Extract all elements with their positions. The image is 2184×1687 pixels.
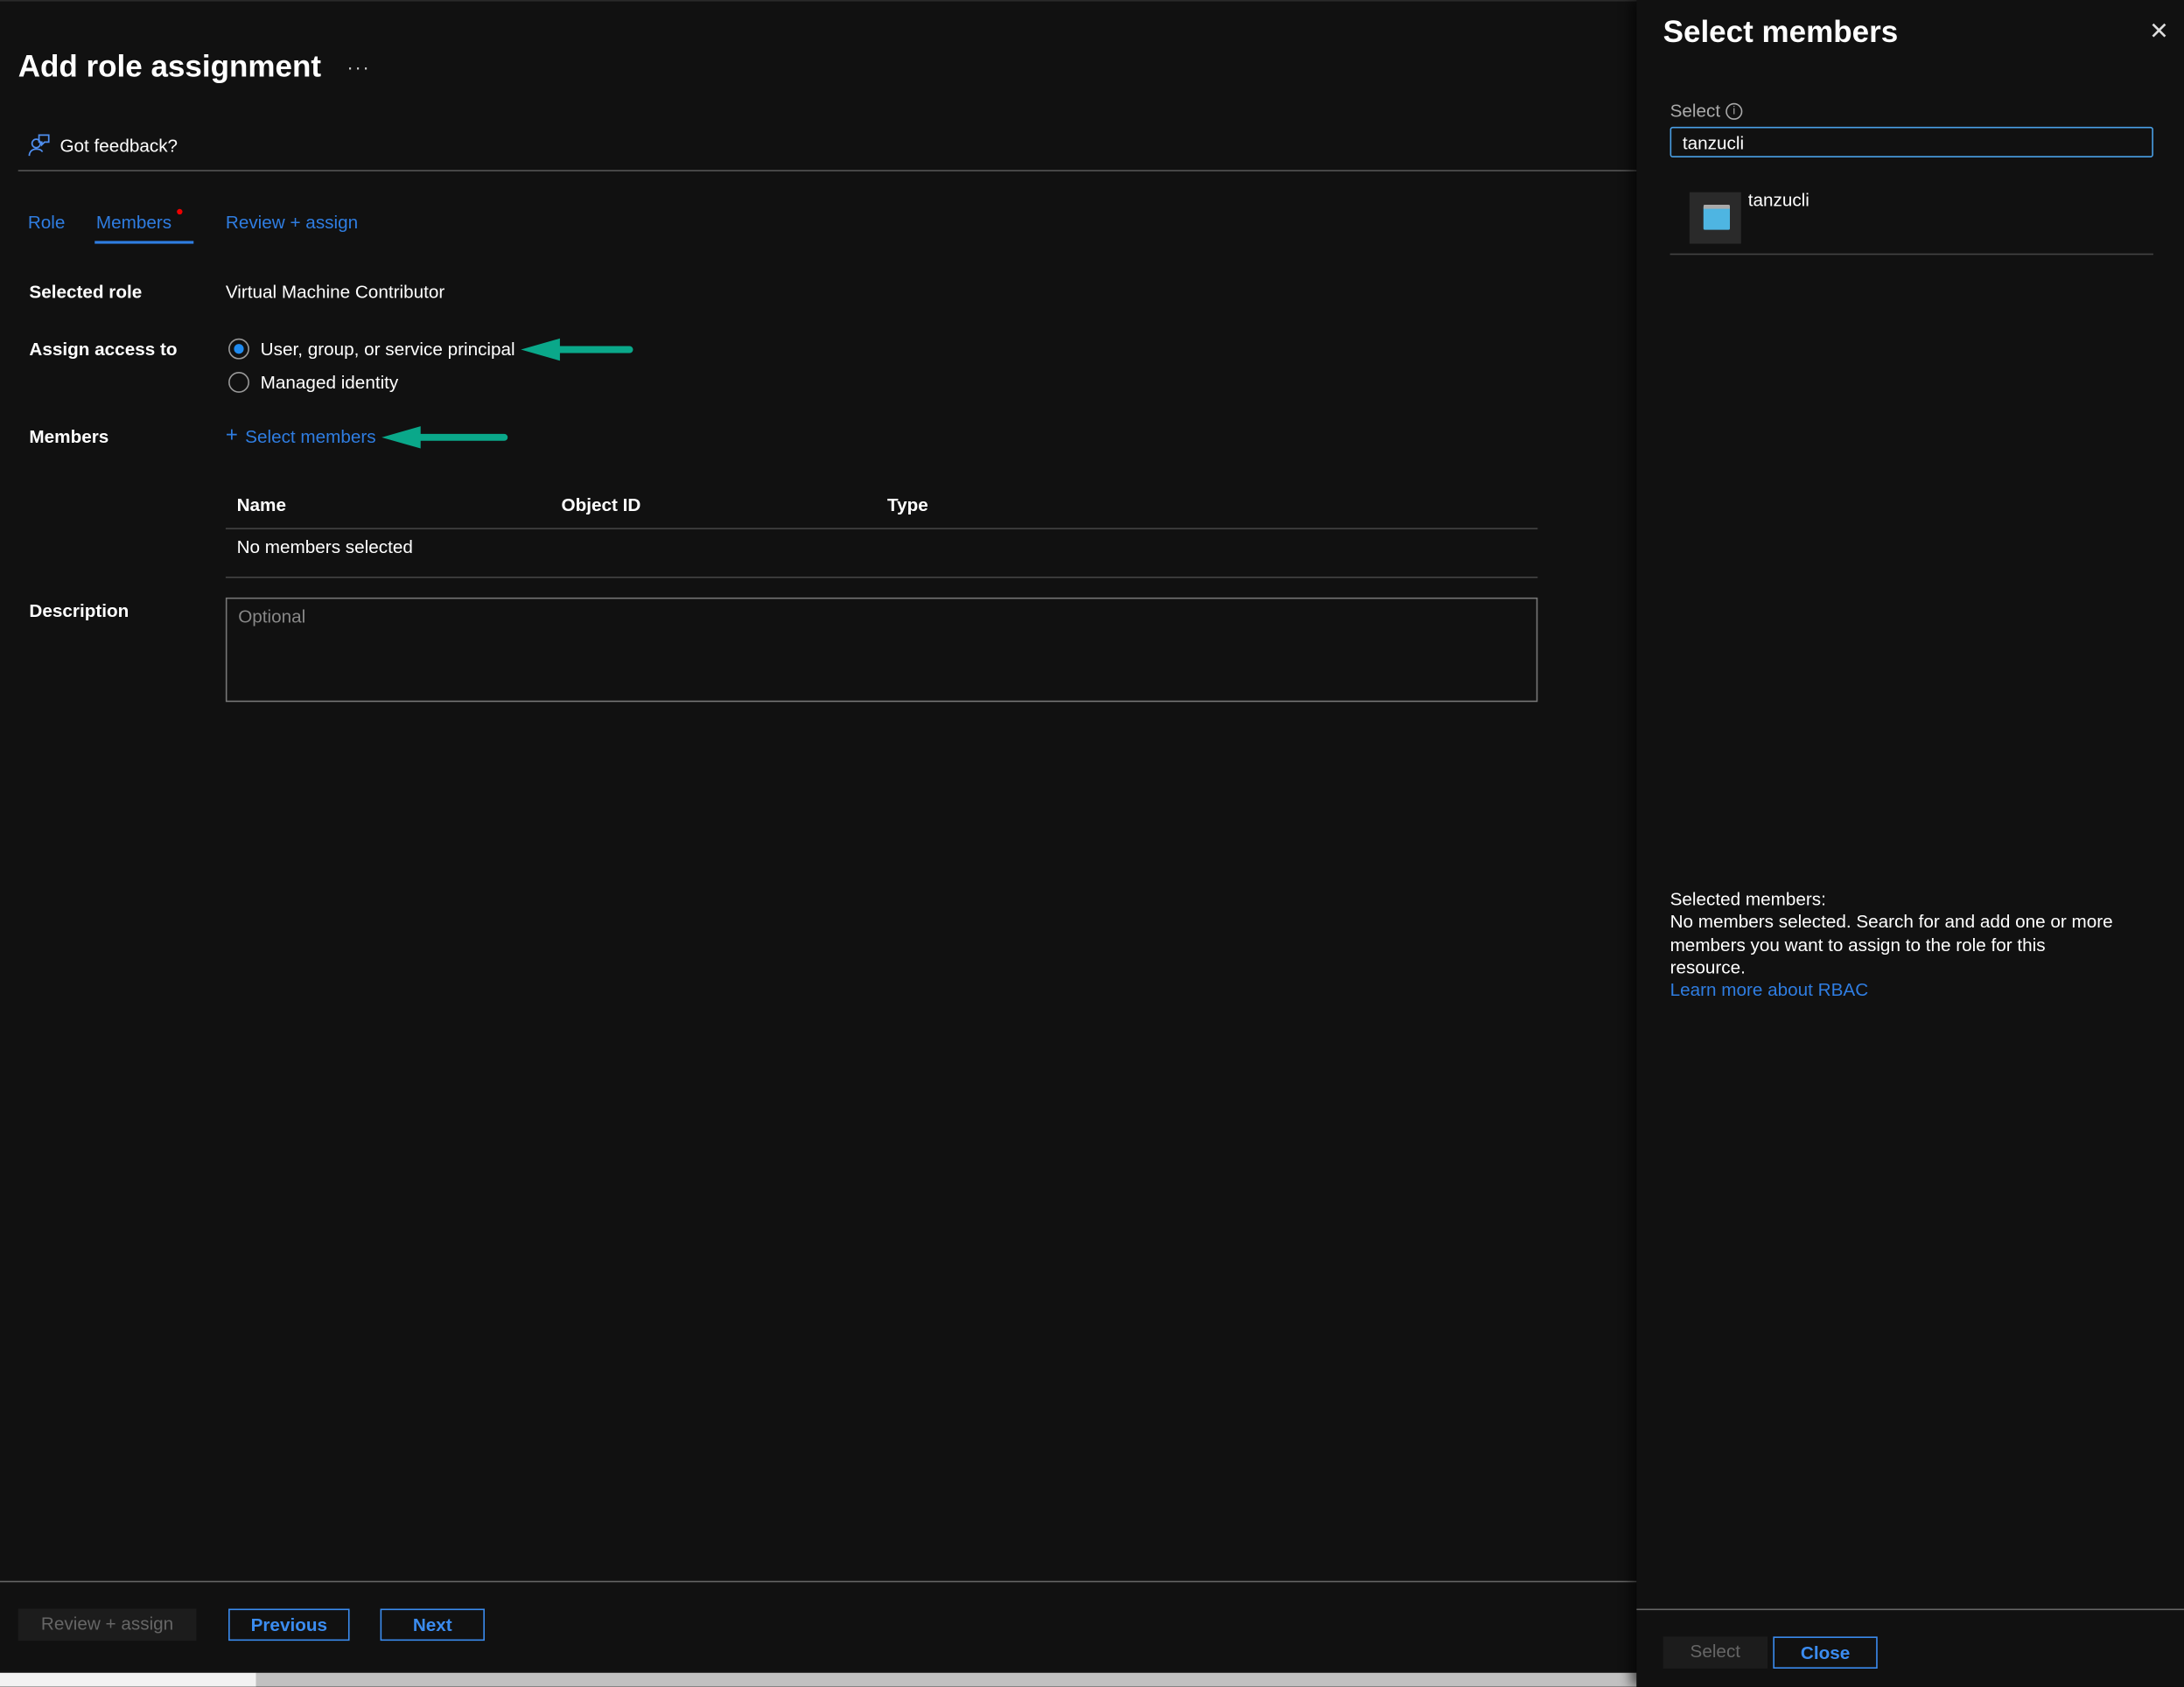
next-button[interactable]: Next	[380, 1608, 485, 1642]
feedback-link[interactable]: Got feedback?	[60, 135, 178, 156]
page: Add role assignment ··· Got feedback? Ro…	[0, 0, 2184, 1687]
close-button[interactable]: Close	[1773, 1636, 1878, 1669]
list-item[interactable]: tanzucli	[1670, 181, 2153, 256]
table-header-divider	[225, 528, 1538, 529]
search-input[interactable]: tanzucli	[1670, 126, 2153, 158]
tab-role[interactable]: Role	[28, 212, 66, 233]
plus-icon: +	[225, 423, 238, 447]
arrow-annotation-icon	[521, 338, 634, 361]
scrollbar-track[interactable]	[0, 1672, 256, 1687]
description-placeholder: Optional	[238, 606, 306, 627]
more-options-button[interactable]: ···	[346, 56, 370, 78]
description-input[interactable]: Optional	[225, 597, 1538, 703]
tab-review-assign[interactable]: Review + assign	[226, 212, 358, 233]
description-label: Description	[29, 600, 130, 621]
radio-managed-identity-label[interactable]: Managed identity	[261, 372, 399, 393]
header-divider	[18, 170, 1637, 172]
selected-role-label: Selected role	[29, 281, 143, 303]
table-divider	[225, 577, 1538, 578]
footer-divider	[0, 1580, 1637, 1583]
info-icon[interactable]: i	[1726, 102, 1743, 120]
review-assign-button[interactable]: Review + assign	[18, 1608, 197, 1642]
select-button[interactable]: Select	[1662, 1636, 1768, 1669]
panel-footer-divider	[1636, 1608, 2184, 1611]
radio-user-group[interactable]	[228, 338, 249, 360]
previous-button[interactable]: Previous	[228, 1608, 350, 1642]
search-input-value: tanzucli	[1682, 132, 1745, 154]
feedback-icon[interactable]	[28, 134, 50, 157]
column-header-name[interactable]: Name	[237, 494, 286, 515]
column-header-object-id[interactable]: Object ID	[561, 494, 640, 515]
panel-title: Select members	[1662, 13, 1899, 49]
result-name: tanzucli	[1747, 189, 1810, 211]
learn-more-link[interactable]: Learn more about RBAC	[1670, 979, 1869, 1000]
members-label: Members	[29, 426, 109, 447]
select-members-panel: Select members ✕ Select i tanzucli tanzu…	[1636, 0, 2184, 1687]
selected-members-text: No members selected. Search for and add …	[1670, 911, 2113, 978]
select-members-link[interactable]: Select members	[245, 426, 376, 447]
radio-user-group-label[interactable]: User, group, or service principal	[261, 339, 515, 360]
selected-members-heading: Selected members:	[1670, 888, 1826, 910]
radio-managed-identity[interactable]	[228, 372, 249, 393]
selected-role-value: Virtual Machine Contributor	[225, 281, 445, 303]
page-title: Add role assignment	[18, 48, 322, 84]
table-empty-text: No members selected	[236, 536, 413, 557]
arrow-annotation-icon	[382, 426, 508, 449]
tab-members[interactable]: Members	[96, 212, 172, 233]
close-icon[interactable]: ✕	[2149, 18, 2169, 46]
app-icon	[1689, 192, 1741, 244]
active-tab-indicator	[94, 241, 194, 244]
column-header-type[interactable]: Type	[887, 494, 928, 515]
scrollbar-thumb[interactable]	[256, 1672, 1637, 1687]
select-label: Select	[1670, 100, 1721, 122]
assign-access-label: Assign access to	[29, 338, 178, 360]
required-dot	[177, 208, 183, 215]
